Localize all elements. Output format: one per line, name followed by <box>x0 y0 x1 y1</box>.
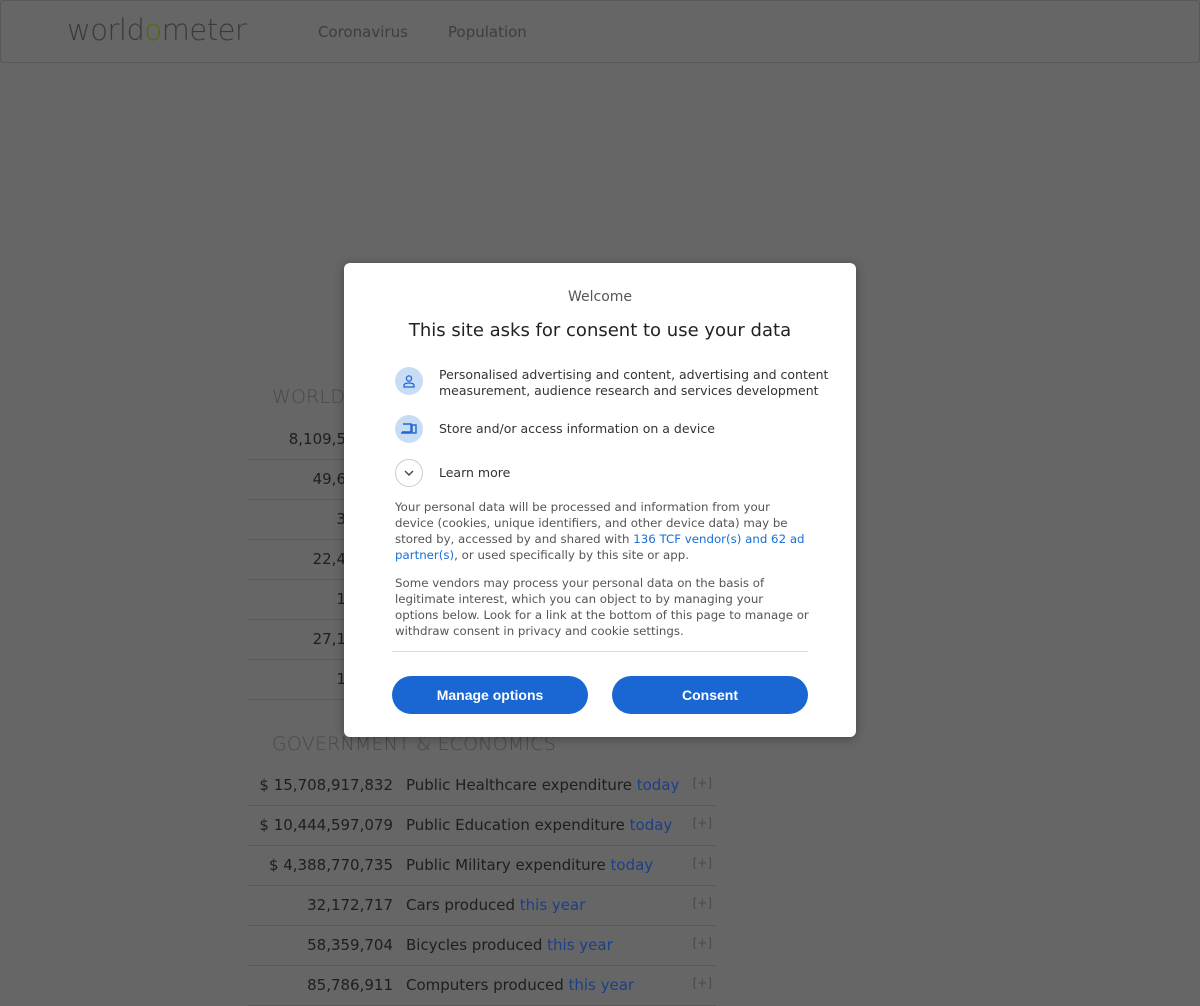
period-link[interactable]: today <box>630 816 673 834</box>
label-text: Public Education expenditure <box>406 816 625 834</box>
counter-value: 8,109,5 <box>288 430 346 448</box>
label-text: Cars produced <box>406 896 515 914</box>
counter-label: Public Military expenditure today <box>406 856 653 874</box>
counter-value: 22,4 <box>312 550 346 568</box>
expand-button[interactable]: [+] <box>693 936 712 950</box>
purpose-line: Personalised advertising and content, ad… <box>439 367 829 382</box>
expand-button[interactable]: [+] <box>693 976 712 990</box>
gov-counter-row: $ 10,444,597,079 Public Education expend… <box>248 806 716 846</box>
logo-text-end: meter <box>161 13 247 47</box>
counter-value: 49,6 <box>312 470 346 488</box>
welcome-text: Welcome <box>567 289 633 305</box>
logo-text: world <box>67 13 145 47</box>
site-header: worldometer Coronavirus Population <box>0 0 1200 63</box>
counter-label: Public Healthcare expenditure today <box>406 776 679 794</box>
consent-paragraph-2: Some vendors may process your personal d… <box>395 576 809 638</box>
consent-paragraph-1: Your personal data will be processed and… <box>395 499 810 563</box>
devices-icon <box>395 415 423 443</box>
expand-button[interactable]: [+] <box>693 856 712 870</box>
gov-counter-row: $ 15,708,917,832 Public Healthcare expen… <box>248 766 716 806</box>
counter-value: 85,786,911 <box>307 976 393 994</box>
consent-title: This site asks for consent to use your d… <box>408 320 792 341</box>
label-text: Computers produced <box>406 976 564 994</box>
expand-button[interactable]: [+] <box>693 776 712 790</box>
period-link[interactable]: this year <box>569 976 635 994</box>
label-text: Bicycles produced <box>406 936 543 954</box>
learn-more-label[interactable]: Learn more <box>439 465 510 481</box>
consent-dialog: Welcome This site asks for consent to us… <box>344 263 856 737</box>
person-icon <box>395 367 423 395</box>
logo-text-o: o <box>144 13 162 47</box>
label-text: Public Healthcare expenditure <box>406 776 632 794</box>
counter-label: Bicycles produced this year <box>406 936 613 954</box>
counter-value: $ 15,708,917,832 <box>259 776 393 794</box>
nav-population[interactable]: Population <box>448 23 527 41</box>
counter-value: 32,172,717 <box>307 896 393 914</box>
purpose-text: Personalised advertising and content, ad… <box>439 367 828 399</box>
period-link[interactable]: today <box>637 776 680 794</box>
section-title-world: WORLD <box>272 386 346 408</box>
divider <box>392 651 808 652</box>
paragraph-text: , or used specifically by this site or a… <box>454 548 689 562</box>
counter-value: 27,1 <box>312 630 346 648</box>
period-link[interactable]: today <box>611 856 654 874</box>
consent-button[interactable]: Consent <box>612 676 808 714</box>
counter-label: Public Education expenditure today <box>406 816 672 834</box>
expand-button[interactable]: [+] <box>693 816 712 830</box>
counter-label: Computers produced this year <box>406 976 634 994</box>
counter-value: 58,359,704 <box>307 936 393 954</box>
counter-label: Cars produced this year <box>406 896 585 914</box>
gov-counter-row: 58,359,704 Bicycles produced this year [… <box>248 926 716 966</box>
purpose-text: Store and/or access information on a dev… <box>439 421 715 436</box>
manage-options-button[interactable]: Manage options <box>392 676 588 714</box>
counter-value: $ 10,444,597,079 <box>259 816 393 834</box>
period-link[interactable]: this year <box>520 896 586 914</box>
expand-button[interactable]: [+] <box>693 896 712 910</box>
label-text: Public Military expenditure <box>406 856 606 874</box>
gov-counter-row: 32,172,717 Cars produced this year [+] <box>248 886 716 926</box>
purpose-line: measurement, audience research and servi… <box>439 383 819 398</box>
nav-coronavirus[interactable]: Coronavirus <box>318 23 408 41</box>
chevron-down-icon[interactable] <box>395 459 423 487</box>
worldometer-logo[interactable]: worldometer <box>67 13 247 47</box>
gov-counter-row: 85,786,911 Computers produced this year … <box>248 966 716 1006</box>
period-link[interactable]: this year <box>547 936 613 954</box>
gov-counter-row: $ 4,388,770,735 Public Military expendit… <box>248 846 716 886</box>
counter-value: $ 4,388,770,735 <box>268 856 393 874</box>
